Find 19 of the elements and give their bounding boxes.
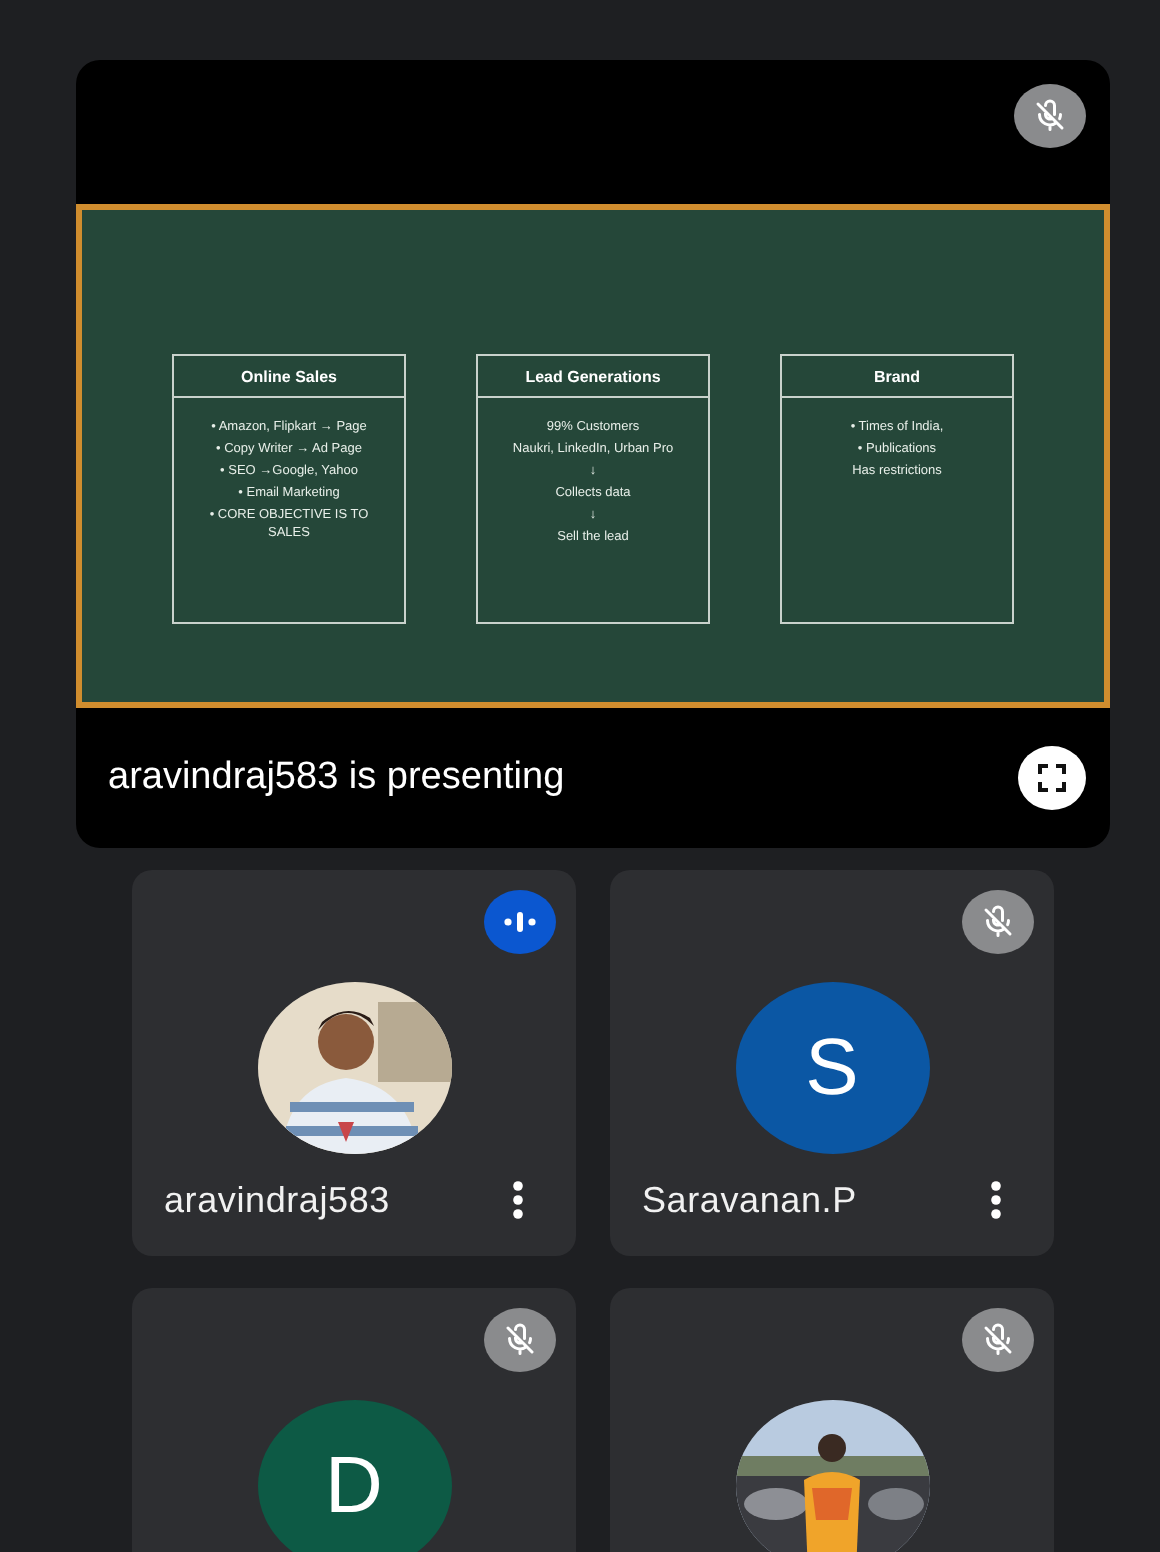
avatar: S bbox=[735, 982, 929, 1154]
fullscreen-button[interactable] bbox=[1018, 746, 1086, 810]
column-title: Online Sales bbox=[174, 356, 404, 398]
more-options-icon bbox=[512, 1180, 524, 1220]
more-options-button[interactable] bbox=[986, 1178, 1006, 1222]
fullscreen-icon bbox=[1036, 762, 1068, 794]
more-options-icon bbox=[990, 1180, 1002, 1220]
microphone-muted-icon bbox=[1032, 98, 1068, 134]
participant-name: aravindraj583 bbox=[164, 1179, 390, 1221]
speaking-indicator-icon bbox=[502, 910, 538, 934]
column-title: Lead Generations bbox=[478, 356, 708, 398]
more-options-button[interactable] bbox=[508, 1178, 528, 1222]
microphone-muted-icon bbox=[980, 1322, 1016, 1358]
avatar: D bbox=[257, 1400, 451, 1552]
microphone-muted-icon bbox=[980, 904, 1016, 940]
participant-name: Saravanan.P bbox=[642, 1179, 857, 1221]
microphone-muted-icon bbox=[502, 1322, 538, 1358]
column-title: Brand bbox=[782, 356, 1012, 398]
presenting-caption: aravindraj583 is presenting bbox=[108, 756, 565, 800]
